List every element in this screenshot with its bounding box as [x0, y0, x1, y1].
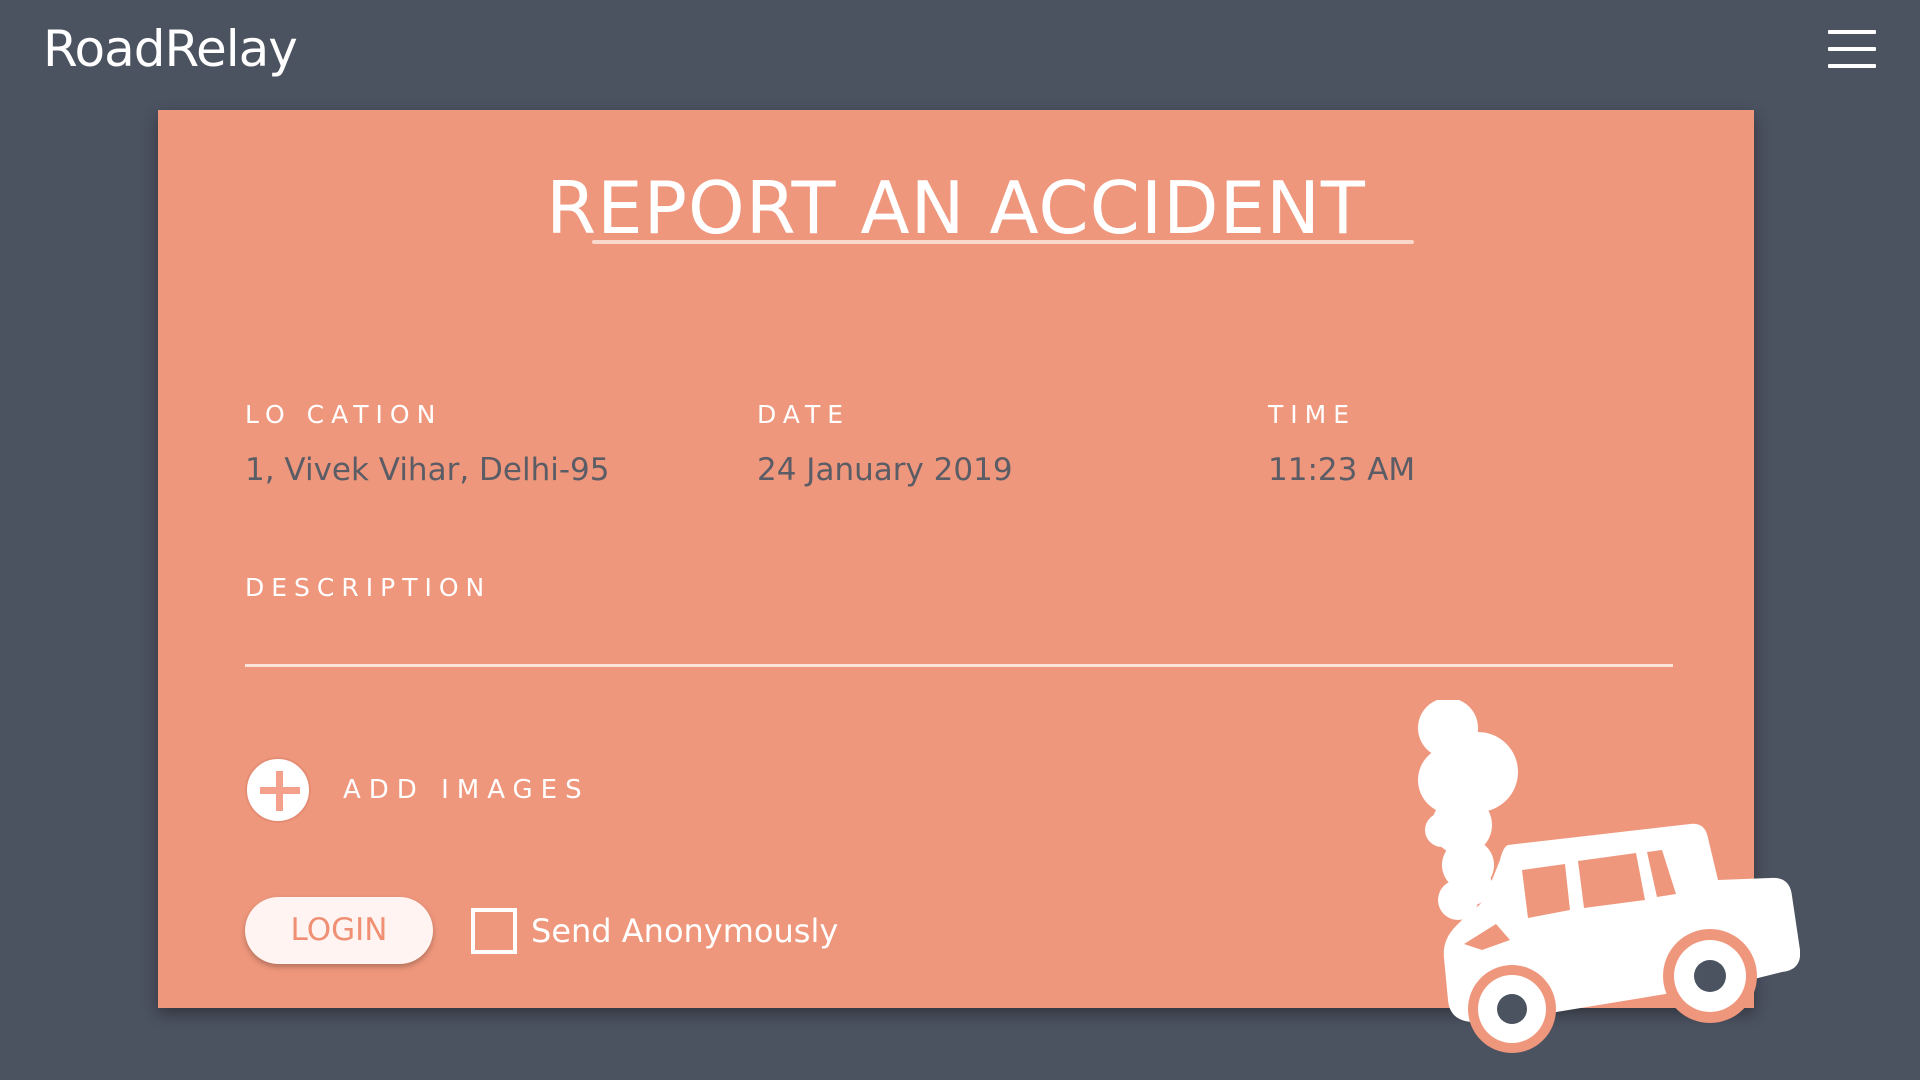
anonymous-checkbox[interactable]: [471, 908, 517, 954]
hamburger-menu-icon[interactable]: [1828, 30, 1876, 68]
location-label: LO CATION: [245, 400, 443, 429]
time-value[interactable]: 11:23 AM: [1268, 450, 1415, 490]
plus-circle-icon[interactable]: [245, 757, 311, 823]
location-value[interactable]: 1, Vivek Vihar, Delhi-95: [245, 450, 609, 490]
title-underline: [592, 240, 1414, 244]
menu-bar: [1828, 64, 1876, 68]
menu-bar: [1828, 47, 1876, 51]
time-label: TIME: [1268, 400, 1357, 429]
description-label: DESCRIPTION: [245, 573, 492, 602]
login-button[interactable]: LOGIN: [245, 897, 433, 964]
page: RoadRelay REPORT AN ACCIDENT LO CATION 1…: [0, 0, 1920, 1080]
add-images-label: ADD IMAGES: [343, 775, 590, 805]
brand-logo[interactable]: RoadRelay: [43, 18, 298, 80]
date-label: DATE: [757, 400, 851, 429]
plus-bar: [276, 771, 283, 811]
add-images-button[interactable]: ADD IMAGES: [245, 755, 590, 825]
send-anonymously-label: Send Anonymously: [531, 912, 839, 950]
date-value[interactable]: 24 January 2019: [757, 450, 1013, 490]
description-input[interactable]: [245, 664, 1673, 667]
send-anonymously-toggle[interactable]: Send Anonymously: [471, 903, 838, 959]
crashed-car-smoke-icon: [1418, 700, 1800, 1053]
menu-bar: [1828, 30, 1876, 34]
